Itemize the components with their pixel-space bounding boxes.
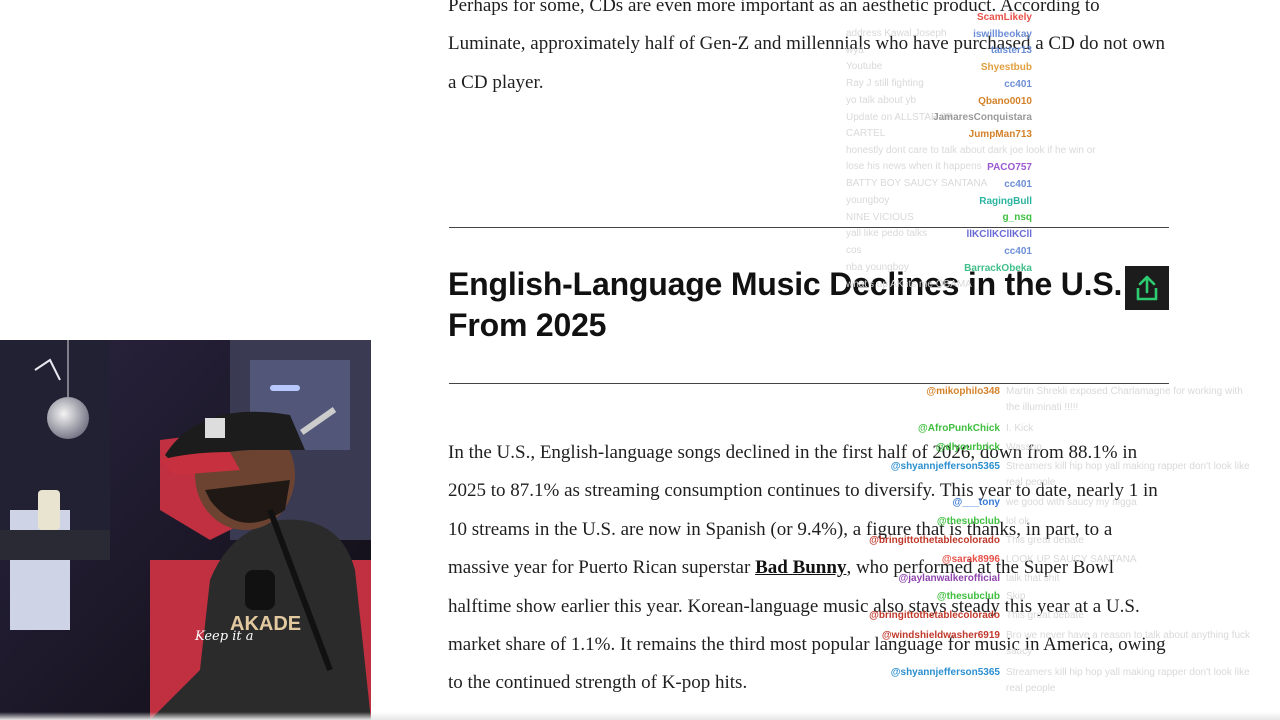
chat-username: @jaylanwalkerofficial (898, 573, 1000, 584)
chat-username: JumpMan713 (968, 129, 1032, 140)
chat-text: we good with saucy my nigga (1006, 497, 1137, 508)
chat-username: Qbano0010 (978, 96, 1032, 107)
chat-text: Streamers kill hip hop yall making rappe… (1006, 461, 1250, 488)
chat-username: @sarak8996 (941, 554, 1000, 565)
chat-username: taister13 (990, 45, 1032, 56)
shirt-script-text: Keep it a (194, 629, 253, 644)
chat-username: cc401 (1004, 179, 1032, 190)
chat-username: RagingBull (979, 196, 1032, 207)
chat-message: @windshieldwasher6919 Bro we never have a… (760, 628, 1260, 660)
chat-text: what's up AK its me OBAMA (846, 279, 972, 290)
chat-message: @thesubclub lol ok (760, 514, 1260, 530)
chat-text: This great debate (1006, 610, 1084, 621)
streamer-webcam-image: AKADE Keep it a (0, 340, 371, 720)
chat-username: @mikophilo348 (926, 386, 1000, 397)
chat-text: Skip (1006, 591, 1026, 602)
chat-message: @bringittothetablecolorado This great deb… (760, 533, 1260, 549)
chat-username: @dlyourbrick (935, 442, 1000, 453)
chat-username: @bringittothetablecolorado (869, 535, 1000, 546)
chat-username: iswillbeokay (973, 29, 1032, 40)
chat-message: @shyannjefferson5365 Streamers kill hip h… (760, 665, 1260, 697)
webcam-overlay: AKADE Keep it a (0, 340, 371, 720)
chat-message: @jaylanwalkerofficial talk that shit (760, 571, 1260, 587)
chat-username: cc401 (1004, 246, 1032, 257)
chat-message: @bringittothetablecolorado This great deb… (760, 608, 1260, 624)
chat-username: @windshieldwasher6919 (881, 630, 1000, 641)
chat-text: lol ok (1006, 516, 1030, 527)
chat-message: @sarak8996 LOOK UP SAUCY SANTANA (760, 552, 1260, 568)
chat-username: @shyannjefferson5365 (890, 461, 1000, 472)
chat-username: @AfroPunkChick (918, 423, 1000, 434)
chat-username: g_nsq (1002, 212, 1032, 223)
chat-username: Shyestbub (980, 62, 1032, 73)
chat-text: talk that shit (1006, 573, 1060, 584)
chat-username: BarrackObeka (964, 263, 1032, 274)
chat-message: @AfroPunkChick I. Kick (760, 421, 1260, 437)
page-bottom-shadow (0, 712, 1280, 720)
chat-text: Bro we never have a reason to talk about… (1006, 630, 1251, 657)
chat-message: @___tony we good with saucy my nigga (760, 495, 1260, 511)
chat-username: @___tony (952, 497, 1000, 508)
chat-username: PACO757 (987, 162, 1032, 173)
chat-username: @shyannjefferson5365 (890, 667, 1000, 678)
chat-text: Wassup (1006, 442, 1042, 453)
chat-message: @shyannjefferson5365 Streamers kill hip h… (760, 459, 1260, 491)
chat-message: @dlyourbrick Wassup (760, 440, 1260, 456)
chat-message: @mikophilo348 Martin Shrekli exposed Char… (760, 384, 1260, 416)
chat-username: @thesubclub (936, 591, 1000, 602)
chat-text: I. Kick (1006, 423, 1034, 434)
chat-text: Martin Shrekli exposed Charlamagne for w… (1006, 386, 1243, 413)
chat-username: @bringittothetablecolorado (869, 610, 1000, 621)
chat-username: JamaresConquistara (933, 112, 1032, 123)
chat-text: LOOK UP SAUCY SANTANA (1006, 554, 1137, 565)
chat-username: @thesubclub (936, 516, 1000, 527)
chat-message: @thesubclub Skip (760, 589, 1260, 605)
chat-message: BarrackObeka what's up AK its me OBAMA (840, 261, 1260, 293)
chat-username: cc401 (1004, 79, 1032, 90)
chat-username: ScamLikely (976, 12, 1032, 23)
chat-text: Streamers kill hip hop yall making rappe… (1006, 667, 1250, 694)
chat-username: llKCllKCllKCll (966, 229, 1032, 240)
chat-text: This great debate (1006, 535, 1084, 546)
